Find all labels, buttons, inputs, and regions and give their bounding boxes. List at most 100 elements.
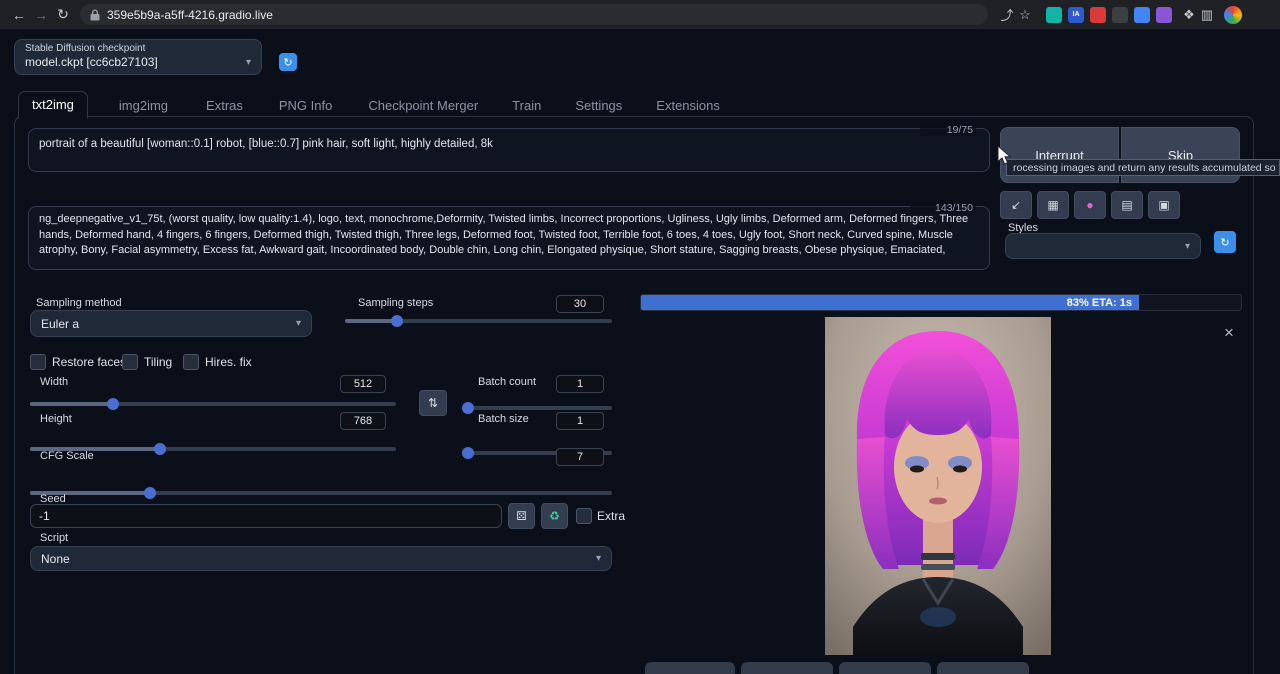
dice-icon: ⚄ (516, 509, 526, 523)
sampling-method-value: Euler a (41, 317, 79, 331)
extra-networks-button[interactable]: ● (1074, 191, 1106, 219)
palette-icon: ● (1086, 198, 1093, 212)
restore-faces-label: Restore faces (52, 355, 126, 369)
extension-icon-dark[interactable] (1112, 7, 1128, 23)
extension-icon-red[interactable] (1090, 7, 1106, 23)
close-image-button[interactable]: × (1221, 325, 1237, 341)
tab-txt2img[interactable]: txt2img (18, 91, 88, 119)
tiling-option[interactable]: Tiling (122, 354, 172, 370)
tab-settings[interactable]: Settings (562, 93, 635, 119)
checkpoint-label: Stable Diffusion checkpoint (25, 43, 251, 54)
checkpoint-refresh-button[interactable]: ↻ (279, 53, 297, 71)
url-text: 359e5b9a-a5ff-4216.gradio.live (107, 8, 273, 22)
cfg-scale-label: CFG Scale (40, 450, 94, 462)
extensions-puzzle-icon[interactable]: ❖ (1180, 6, 1198, 24)
tab-img2img[interactable]: img2img (106, 93, 181, 119)
extension-icon-teal[interactable] (1046, 7, 1062, 23)
slider-handle[interactable] (462, 402, 474, 414)
tiling-checkbox[interactable] (122, 354, 138, 370)
negative-prompt-textarea[interactable]: ng_deepnegative_v1_75t, (worst quality, … (29, 207, 989, 269)
save-button[interactable] (645, 662, 735, 674)
tiling-label: Tiling (144, 355, 172, 369)
tab-extras[interactable]: Extras (193, 93, 256, 119)
sampling-steps-input[interactable] (556, 295, 604, 313)
interrupt-tooltip: rocessing images and return any results … (1006, 159, 1280, 176)
send-to-inpaint-button[interactable] (839, 662, 931, 674)
extension-icon-ia[interactable]: IA (1068, 7, 1084, 23)
seed-input[interactable] (30, 504, 502, 528)
checkpoint-dropdown[interactable]: Stable Diffusion checkpoint model.ckpt [… (14, 39, 262, 75)
slider-handle[interactable] (144, 487, 156, 499)
batch-size-label: Batch size (478, 413, 529, 425)
checkpoint-value: model.ckpt [cc6cb27103] (25, 55, 158, 69)
browser-back-button[interactable]: ← (8, 4, 30, 26)
restore-faces-checkbox[interactable] (30, 354, 46, 370)
sampling-steps-label: Sampling steps (358, 297, 433, 309)
script-label: Script (40, 532, 68, 544)
cfg-scale-input[interactable] (556, 448, 604, 466)
browser-toolbar: ← → ↻ 359e5b9a-a5ff-4216.gradio.live ⤴ ☆… (0, 0, 1280, 29)
paste-params-button[interactable]: ↙ (1000, 191, 1032, 219)
extension-icon-blue[interactable] (1134, 7, 1150, 23)
hires-fix-checkbox[interactable] (183, 354, 199, 370)
tab-extensions[interactable]: Extensions (643, 93, 733, 119)
stable-diffusion-webui: ← → ↻ 359e5b9a-a5ff-4216.gradio.live ⤴ ☆… (0, 0, 1280, 674)
chevron-down-icon: ▾ (296, 318, 301, 329)
sampling-steps-slider[interactable] (345, 319, 612, 323)
batch-count-input[interactable] (556, 375, 604, 393)
batch-size-input[interactable] (556, 412, 604, 430)
slider-handle[interactable] (107, 398, 119, 410)
slider-handle[interactable] (154, 443, 166, 455)
styles-dropdown[interactable]: ▾ (1005, 233, 1201, 259)
send-to-extras-button[interactable] (937, 662, 1029, 674)
hires-fix-label: Hires. fix (205, 355, 252, 369)
sampling-method-dropdown[interactable]: Euler a ▾ (30, 310, 312, 337)
height-input[interactable] (340, 412, 386, 430)
styles-refresh-button[interactable]: ↻ (1214, 231, 1236, 253)
send-to-img2img-button[interactable] (741, 662, 833, 674)
script-dropdown[interactable]: None ▾ (30, 546, 612, 571)
share-icon[interactable]: ⤴ (998, 6, 1016, 24)
bookmark-star-icon[interactable]: ☆ (1016, 6, 1034, 24)
grid-icon: ▦ (1047, 198, 1058, 212)
tab-checkpoint-merger[interactable]: Checkpoint Merger (355, 93, 491, 119)
seed-extra-checkbox[interactable] (576, 508, 592, 524)
swap-icon: ⇅ (428, 396, 438, 410)
script-value: None (41, 552, 70, 566)
clear-prompt-button[interactable]: ▦ (1037, 191, 1069, 219)
recycle-icon: ♻ (549, 509, 560, 523)
width-label: Width (40, 376, 68, 388)
chevron-down-icon: ▾ (1185, 241, 1190, 252)
prompt-textarea[interactable]: portrait of a beautiful [woman::0.1] rob… (29, 129, 989, 171)
chevron-down-icon: ▾ (246, 57, 251, 68)
url-bar[interactable]: 359e5b9a-a5ff-4216.gradio.live (80, 4, 988, 25)
slider-handle[interactable] (391, 315, 403, 327)
hires-fix-option[interactable]: Hires. fix (183, 354, 252, 370)
width-input[interactable] (340, 375, 386, 393)
prompt-tools: ↙ ▦ ● ▤ ▣ (1000, 191, 1180, 219)
chevron-down-icon: ▾ (596, 553, 601, 564)
seed-extra-label: Extra (597, 509, 625, 523)
seed-extra-option[interactable]: Extra (576, 508, 625, 524)
random-seed-button[interactable]: ⚄ (508, 503, 535, 529)
generated-image[interactable] (825, 317, 1051, 655)
arrow-down-left-icon: ↙ (1011, 198, 1021, 212)
width-slider[interactable] (30, 402, 396, 406)
cfg-scale-slider[interactable] (30, 491, 612, 495)
progress-bar: 83% ETA: 1s (640, 294, 1242, 311)
restore-faces-option[interactable]: Restore faces (30, 354, 126, 370)
browser-reload-button[interactable]: ↻ (52, 4, 74, 26)
tab-png-info[interactable]: PNG Info (266, 93, 345, 119)
reuse-seed-button[interactable]: ♻ (541, 503, 568, 529)
extension-icon-purple[interactable] (1156, 7, 1172, 23)
browser-forward-button[interactable]: → (30, 4, 52, 26)
side-panel-icon[interactable]: ▥ (1198, 6, 1216, 24)
tab-train[interactable]: Train (499, 93, 554, 119)
sampling-method-label: Sampling method (36, 297, 122, 309)
save-style-button[interactable]: ▣ (1148, 191, 1180, 219)
swap-dimensions-button[interactable]: ⇅ (419, 390, 447, 416)
slider-handle[interactable] (462, 447, 474, 459)
batch-count-slider[interactable] (468, 406, 612, 410)
profile-avatar[interactable] (1224, 6, 1242, 24)
apply-style-button[interactable]: ▤ (1111, 191, 1143, 219)
